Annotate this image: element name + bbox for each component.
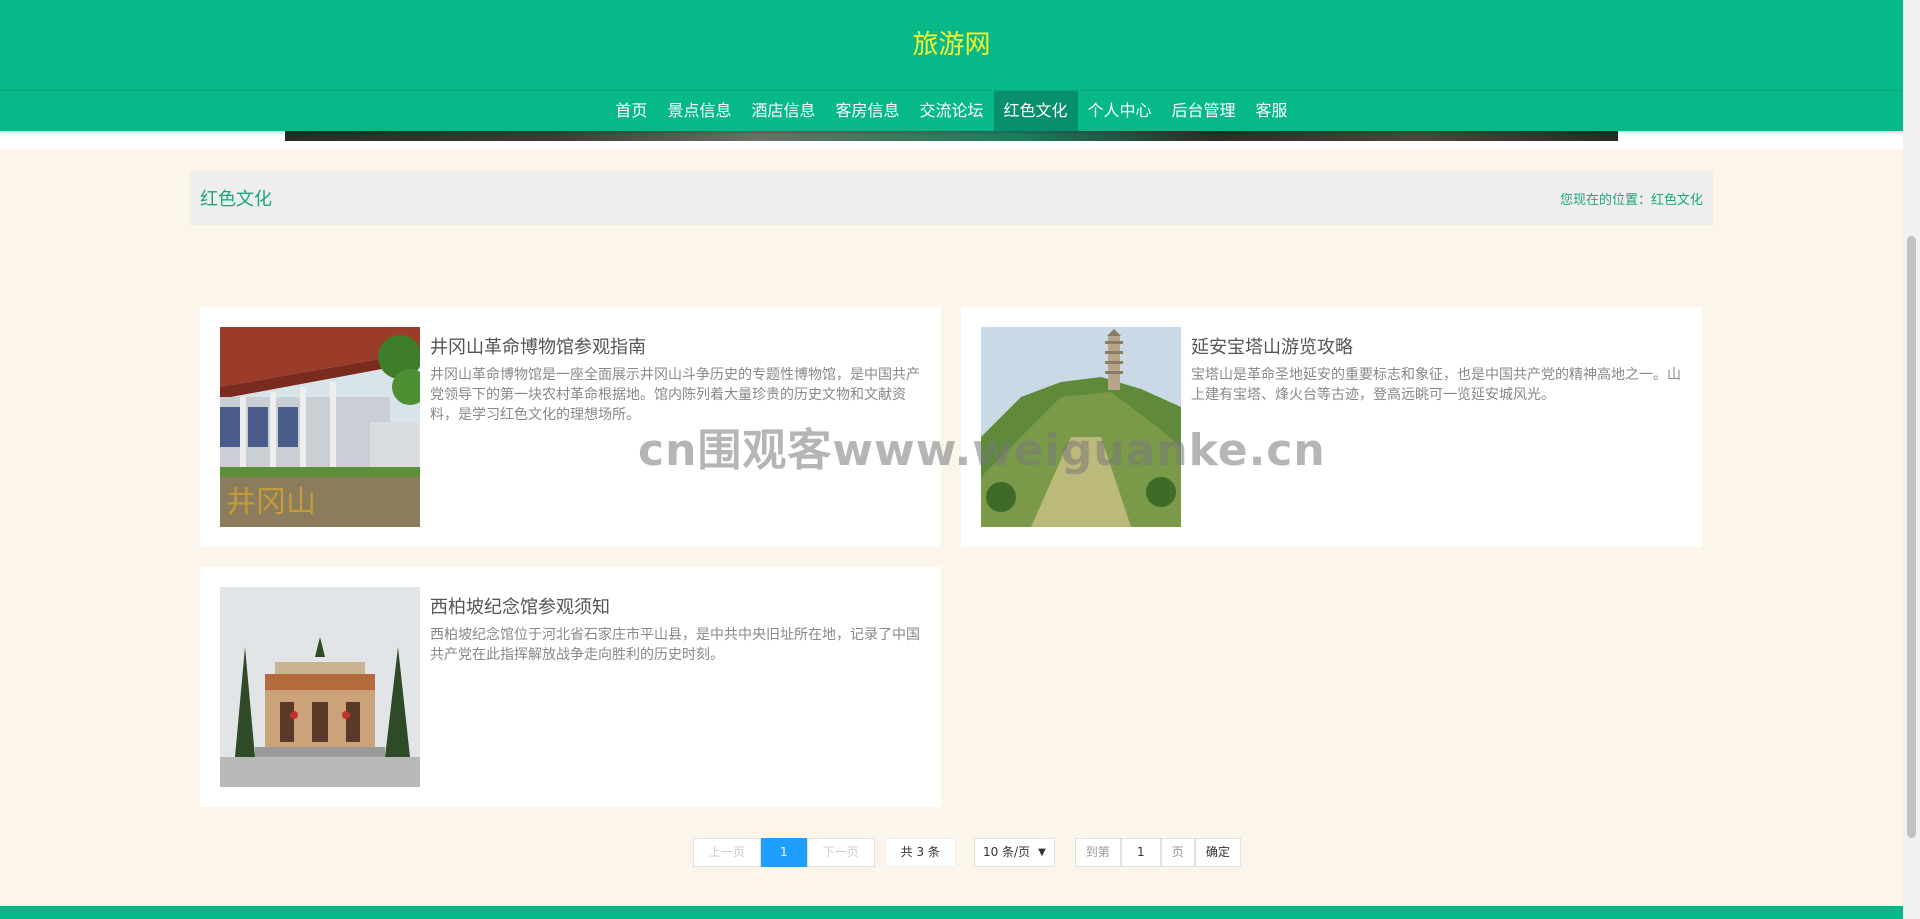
nav-item-attractions[interactable]: 景点信息 (657, 91, 741, 131)
nav-item-home[interactable]: 首页 (605, 91, 657, 131)
page-size-select[interactable]: 10 条/页 ▼ (973, 838, 1055, 867)
page-size-value: 10 条/页 (982, 845, 1031, 859)
article-title[interactable]: 井冈山革命博物馆参观指南 (430, 333, 646, 359)
breadcrumb-prefix: 您现在的位置： (1559, 193, 1651, 208)
goto-page-input[interactable]: 1 (1120, 838, 1161, 867)
article-description: 宝塔山是革命圣地延安的重要标志和象征，也是中国共产党的精神高地之一。山上建有宝塔… (1191, 367, 1681, 403)
total-count: 共 3 条 (884, 838, 956, 867)
banner-carousel-image (285, 131, 1618, 141)
nav-item-personal-center[interactable]: 个人中心 (1078, 91, 1162, 131)
nav-item-forum[interactable]: 交流论坛 (909, 91, 993, 131)
main-nav: 首页 景点信息 酒店信息 客房信息 交流论坛 红色文化 个人中心 后台管理 客服 (0, 90, 1903, 131)
goto-prefix-label: 到第 (1074, 838, 1121, 867)
nav-item-admin[interactable]: 后台管理 (1162, 91, 1246, 131)
pagination: 上一页 1 下一页 共 3 条 10 条/页 ▼ 到第 1 页 确定 (693, 838, 1241, 867)
article-title[interactable]: 延安宝塔山游览攻略 (1191, 333, 1353, 359)
image-caption-text: 井冈山 (226, 485, 316, 520)
goto-suffix-label: 页 (1160, 838, 1195, 867)
next-page-button[interactable]: 下一页 (806, 838, 875, 867)
footer-bar (0, 906, 1903, 919)
prev-page-button[interactable]: 上一页 (693, 838, 762, 867)
article-image[interactable] (220, 587, 420, 787)
museum-building-image: 井冈山 (220, 327, 420, 527)
nav-item-customer-service[interactable]: 客服 (1246, 91, 1298, 131)
nav-item-hotels[interactable]: 酒店信息 (741, 91, 825, 131)
chevron-down-icon: ▼ (1038, 847, 1046, 858)
article-title[interactable]: 西柏坡纪念馆参观须知 (430, 593, 610, 619)
breadcrumb-panel: 红色文化 您现在的位置： 红色文化 (190, 171, 1713, 225)
memorial-hall-image (220, 587, 420, 787)
article-card[interactable]: 西柏坡纪念馆参观须知 西柏坡纪念馆位于河北省石家庄市平山县，是中共中央旧址所在地… (200, 567, 941, 807)
site-title[interactable]: 旅游网 (0, 24, 1903, 61)
article-description: 西柏坡纪念馆位于河北省石家庄市平山县，是中共中央旧址所在地，记录了中国共产党在此… (430, 627, 920, 663)
nav-item-red-culture[interactable]: 红色文化 (993, 91, 1078, 131)
scrollbar-thumb[interactable] (1907, 236, 1916, 838)
breadcrumb-current[interactable]: 红色文化 (1651, 189, 1703, 208)
page-number-current[interactable]: 1 (761, 838, 807, 867)
goto-confirm-button[interactable]: 确定 (1194, 838, 1241, 867)
article-image[interactable]: 井冈山 (220, 327, 420, 527)
vertical-scrollbar[interactable] (1903, 0, 1920, 919)
section-title: 红色文化 (200, 189, 272, 210)
nav-item-rooms[interactable]: 客房信息 (825, 91, 909, 131)
breadcrumb: 您现在的位置： 红色文化 (1560, 189, 1703, 208)
site-header: 旅游网 (0, 0, 1903, 90)
watermark-text: cn围观客www.weiguanke.cn (638, 425, 1326, 476)
page: 旅游网 首页 景点信息 酒店信息 客房信息 交流论坛 红色文化 个人中心 后台管… (0, 0, 1903, 919)
